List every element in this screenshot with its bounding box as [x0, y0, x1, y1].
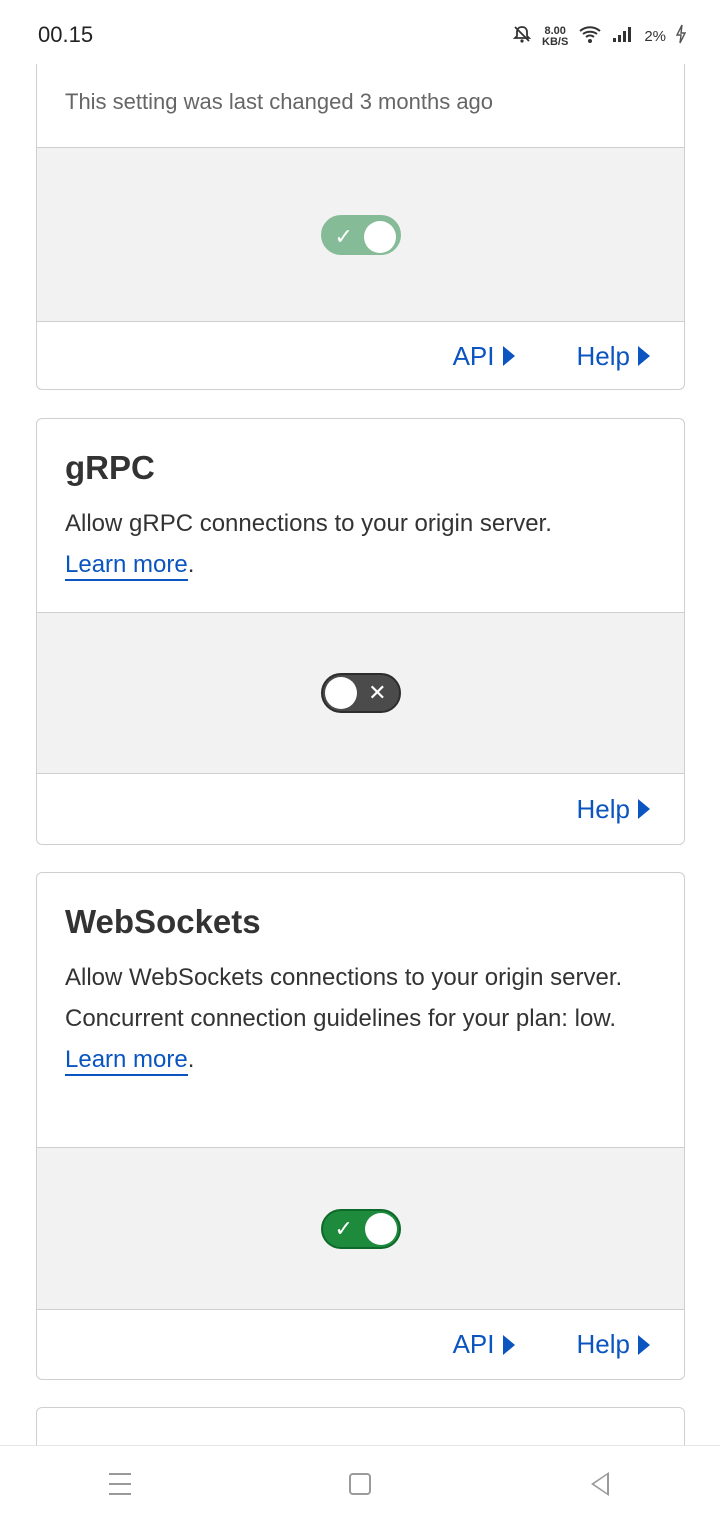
toggle-area: ✓	[37, 147, 684, 322]
concurrent-guidelines-text: Concurrent connection guidelines for you…	[65, 1005, 568, 1032]
websockets-description: Allow WebSockets connections to your ori…	[65, 957, 655, 1080]
api-link[interactable]: API	[453, 1329, 515, 1360]
websockets-toggle[interactable]: ✓	[320, 1208, 401, 1249]
help-link-label: Help	[576, 340, 630, 371]
grpc-card: gRPC Allow gRPC connections to your orig…	[36, 418, 685, 845]
grpc-description: Allow gRPC connections to your origin se…	[65, 503, 655, 585]
network-speed: 8.00 KB/S	[542, 24, 569, 48]
back-button[interactable]	[570, 1454, 630, 1514]
menu-icon	[109, 1472, 131, 1495]
toggle-knob	[363, 220, 396, 253]
next-setting-card	[36, 1407, 685, 1445]
check-icon: ✓	[334, 1215, 353, 1241]
setting-toggle[interactable]: ✓	[320, 214, 401, 255]
triangle-right-icon	[638, 1334, 650, 1355]
grpc-description-text: Allow gRPC connections to your origin se…	[65, 510, 552, 537]
home-square-icon	[349, 1472, 371, 1495]
help-link[interactable]: Help	[577, 341, 650, 372]
websockets-title: WebSockets	[65, 903, 261, 940]
card-footer: API Help	[37, 1310, 684, 1379]
toggle-area: ✓	[37, 1147, 684, 1310]
triangle-right-icon	[638, 346, 650, 366]
websockets-learn-more-link[interactable]: Learn more	[65, 1046, 188, 1076]
triangle-right-icon	[502, 346, 515, 366]
websockets-card: WebSockets Allow WebSockets connections …	[36, 872, 685, 1380]
help-link-label: Help	[576, 1329, 630, 1359]
period: .	[187, 1046, 195, 1073]
toggle-knob	[364, 1212, 397, 1245]
api-link-label: API	[452, 340, 495, 371]
card-footer: API Help	[37, 322, 684, 389]
period: .	[187, 551, 195, 578]
settings-scroll[interactable]: This setting was last changed 3 months a…	[0, 0, 720, 1445]
toggle-knob	[324, 677, 357, 709]
signal-icon	[612, 25, 634, 48]
triangle-right-icon	[502, 1334, 515, 1355]
battery-level: 2%	[644, 28, 666, 45]
recent-apps-button[interactable]	[90, 1454, 150, 1514]
system-nav-bar	[0, 1445, 720, 1521]
triangle-right-icon	[638, 799, 650, 819]
speed-unit: KB/S	[542, 35, 569, 48]
help-link[interactable]: Help	[577, 794, 650, 825]
grpc-title: gRPC	[65, 449, 155, 486]
status-time: 00.15	[38, 22, 94, 47]
home-button[interactable]	[330, 1454, 390, 1514]
api-link[interactable]: API	[453, 341, 515, 372]
card-footer: Help	[37, 774, 684, 844]
check-icon: ✓	[334, 223, 353, 249]
grpc-learn-more-link[interactable]: Learn more	[65, 551, 188, 581]
charging-icon	[675, 24, 687, 49]
status-bar: 00.15 8.00 KB/S 2%	[0, 0, 720, 64]
close-icon: ✕	[368, 680, 387, 705]
websockets-description-line1: Allow WebSockets connections to your ori…	[65, 964, 623, 991]
help-link[interactable]: Help	[577, 1329, 650, 1360]
last-changed-text: This setting was last changed 3 months a…	[65, 89, 494, 114]
plan-level-value: low.	[574, 1005, 616, 1032]
help-link-label: Help	[576, 793, 630, 824]
wifi-icon	[578, 24, 602, 49]
back-triangle-icon	[591, 1471, 609, 1496]
api-link-label: API	[452, 1329, 495, 1359]
grpc-toggle[interactable]: ✕	[320, 673, 401, 713]
speed-value: 8.00	[544, 24, 566, 37]
toggle-area: ✕	[37, 612, 684, 774]
status-icons: 8.00 KB/S 2%	[512, 24, 687, 49]
setting-card: This setting was last changed 3 months a…	[36, 30, 685, 390]
silent-bell-icon	[512, 24, 532, 49]
